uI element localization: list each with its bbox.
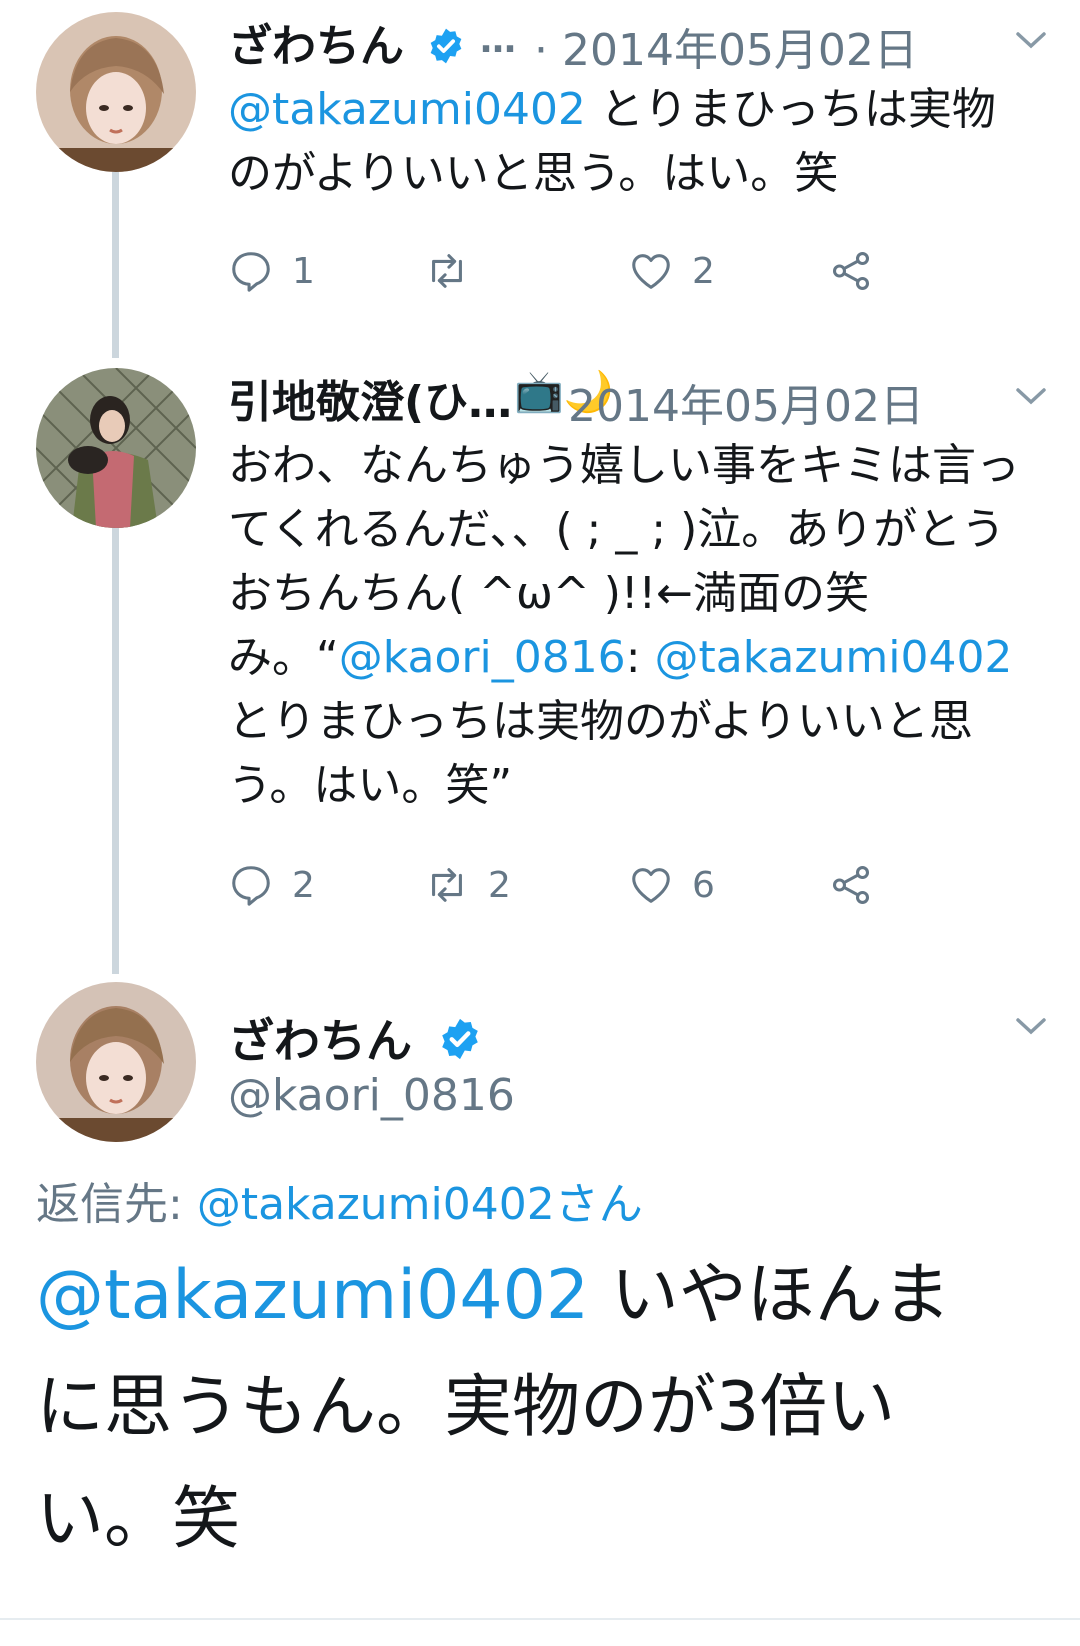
display-name[interactable]: ざわちん (228, 1005, 482, 1071)
tweet-text-content: とりまひっちは実物のがよりいいと思う。はい。笑” (228, 696, 973, 811)
tweet[interactable]: 引地敬澄(ひ… 📺🌙 2014年05月02日 おわ、なんちゅう嬉しい事をキミは言… (228, 366, 1080, 818)
reply-count: 2 (292, 864, 315, 906)
display-name-text: ざわちん (228, 21, 404, 72)
like-button[interactable]: 2 (628, 248, 715, 294)
mention-link[interactable]: @takazumi0402 (228, 84, 586, 135)
reply-icon (232, 252, 270, 292)
name-ellipsis: … (480, 20, 516, 61)
tweet-text: @takazumi0402 とりまひっちは実物のがよりいいと思う。はい。笑 (228, 78, 1028, 206)
thread-line (112, 528, 119, 974)
chevron-down-icon[interactable] (1014, 1016, 1048, 1036)
like-count: 6 (692, 864, 715, 906)
reply-count: 1 (292, 250, 315, 292)
reply-button[interactable]: 2 (228, 862, 315, 908)
like-count: 2 (692, 250, 715, 292)
reply-button[interactable]: 1 (228, 248, 315, 294)
chevron-down-icon[interactable] (1014, 30, 1048, 50)
verified-badge-icon (442, 1018, 478, 1060)
focused-tweet-text: @takazumi0402 いやほんまに思うもん。実物のが3倍いい。笑 (36, 1240, 1016, 1576)
display-name-text: ざわちん (228, 1014, 412, 1068)
chevron-down-icon[interactable] (1014, 386, 1048, 406)
retweet-button[interactable] (424, 248, 488, 294)
like-icon (632, 868, 670, 903)
avatar[interactable] (36, 368, 196, 528)
reply-to-label: 返信先: (36, 1179, 197, 1230)
verified-badge-icon (430, 28, 462, 64)
reply-to-link[interactable]: @takazumi0402さん (197, 1179, 643, 1230)
share-button[interactable] (828, 248, 874, 294)
tweet-text-content: : (625, 632, 655, 683)
mention-link[interactable]: @takazumi0402 (655, 632, 1013, 683)
thread-line (112, 172, 119, 358)
avatar[interactable] (36, 12, 196, 172)
share-icon (832, 252, 870, 290)
share-icon (832, 866, 870, 904)
display-name[interactable]: 引地敬澄(ひ… (228, 366, 512, 430)
like-button[interactable]: 6 (628, 862, 715, 908)
retweet-button[interactable]: 2 (424, 862, 511, 908)
reply-icon (232, 866, 270, 906)
retweet-count: 2 (488, 864, 511, 906)
retweet-icon (432, 868, 462, 902)
retweet-icon (432, 254, 462, 288)
like-icon (632, 254, 670, 289)
tweet[interactable]: ざわちん … · 2014年05月02日 @takazumi0402 とりまひっ… (228, 10, 1080, 206)
mention-link[interactable]: @takazumi0402 (36, 1256, 589, 1335)
tweet-date[interactable]: · 2014年05月02日 (534, 14, 918, 78)
tweet-actions: 2 2 6 (228, 862, 928, 922)
avatar[interactable] (36, 982, 196, 1142)
mention-link[interactable]: @kaori_0816 (339, 632, 626, 683)
user-handle[interactable]: @kaori_0816 (228, 1070, 515, 1121)
display-name[interactable]: ざわちん (228, 10, 465, 74)
share-button[interactable] (828, 862, 874, 908)
tweet-date[interactable]: 2014年05月02日 (568, 370, 924, 434)
reply-to-line: 返信先: @takazumi0402さん (36, 1168, 643, 1232)
divider (0, 1618, 1080, 1620)
tweet-text: おわ、なんちゅう嬉しい事をキミは言ってくれるんだ、、( ; _ ; )泣。ありが… (228, 434, 1028, 818)
tweet-actions: 1 2 (228, 248, 928, 308)
